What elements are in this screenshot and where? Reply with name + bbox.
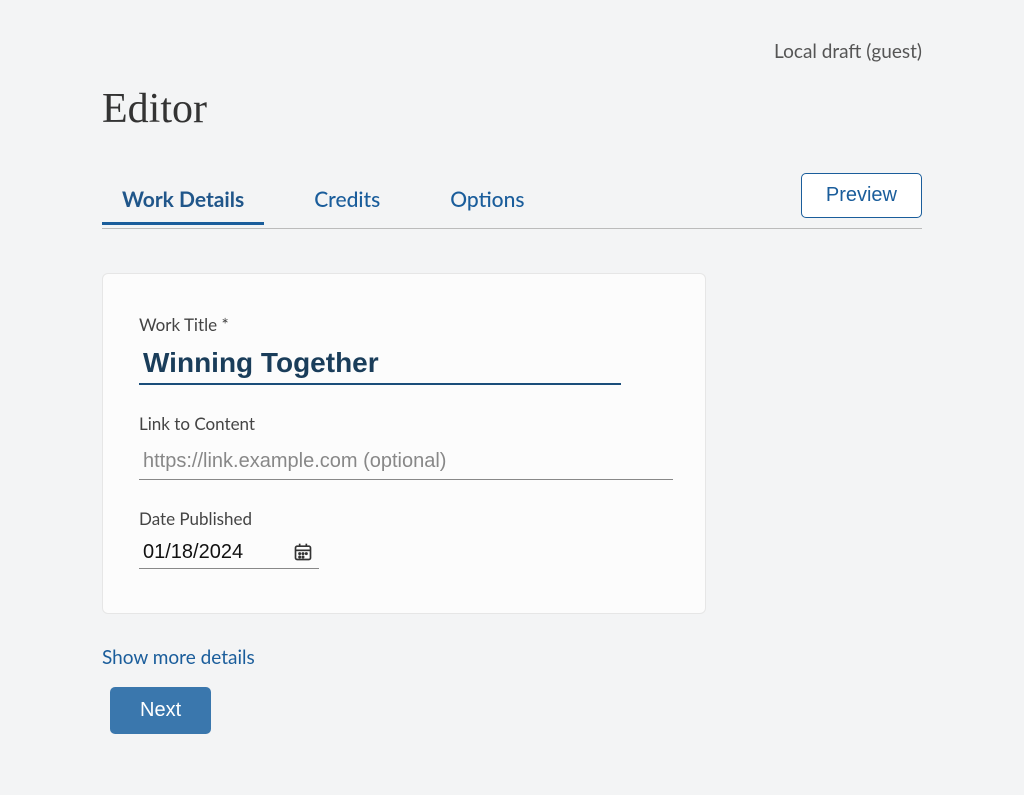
calendar-icon[interactable] [293, 542, 313, 562]
tab-credits[interactable]: Credits [294, 177, 400, 224]
work-title-field: Work Title * [139, 314, 669, 385]
date-input-row [139, 539, 319, 569]
next-button[interactable]: Next [110, 687, 211, 734]
tabs-row: Work Details Credits Options Preview [102, 173, 922, 229]
show-more-link[interactable]: Show more details [102, 646, 255, 669]
work-title-input-wrap [139, 345, 621, 385]
link-field: Link to Content [139, 413, 669, 480]
date-label: Date Published [139, 508, 669, 529]
draft-status: Local draft (guest) [102, 40, 922, 63]
date-input[interactable] [139, 539, 279, 564]
date-field: Date Published [139, 508, 669, 569]
preview-button[interactable]: Preview [801, 173, 922, 218]
page-title: Editor [102, 85, 922, 133]
work-details-card: Work Title * Link to Content Date Publis… [102, 273, 706, 614]
tab-work-details[interactable]: Work Details [102, 177, 264, 224]
work-title-label: Work Title * [139, 314, 669, 335]
link-label: Link to Content [139, 413, 669, 434]
tab-options[interactable]: Options [430, 177, 544, 224]
link-input[interactable] [139, 444, 673, 480]
work-title-input[interactable] [139, 345, 621, 379]
